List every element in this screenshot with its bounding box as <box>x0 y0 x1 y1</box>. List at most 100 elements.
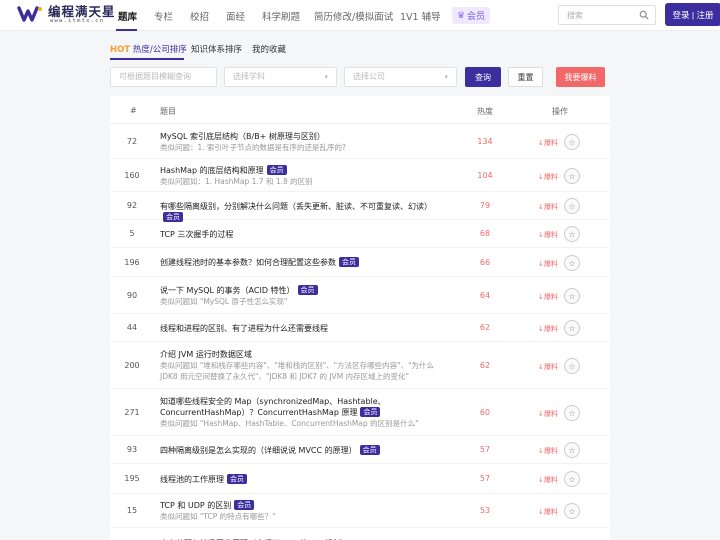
nav-item-tutoring[interactable]: 1V1 辅导 <box>400 9 441 23</box>
vip-badge: 会员 <box>227 474 247 484</box>
question-title[interactable]: 知道哪些线程安全的 Map（synchronizedMap、Hashtable、… <box>160 397 386 417</box>
star-icon[interactable]: ☆ <box>564 405 580 421</box>
star-icon[interactable]: ☆ <box>564 471 580 487</box>
table-row[interactable]: 44 线程和进程的区别、有了进程为什么还需要线程 62 ↓爆料 ☆ <box>110 314 610 342</box>
star-icon[interactable]: ☆ <box>564 288 580 304</box>
star-icon[interactable]: ☆ <box>564 358 580 374</box>
column-header-index: # <box>130 106 137 115</box>
report-link[interactable]: ↓爆料 <box>538 230 558 240</box>
table-header: # 题目 热度 操作 <box>110 96 610 124</box>
question-title[interactable]: 创建线程池时的基本参数？如何合理配置这些参数 <box>160 258 336 267</box>
report-link[interactable]: ↓爆料 <box>538 446 558 456</box>
table-row[interactable]: 15 TCP 和 UDP 的区别 会员 类似问题如 "TCP 的特点有哪些？" 53 ↓爆… <box>110 494 610 528</box>
nav-item-resume-mock[interactable]: 简历修改/模拟面试 <box>314 9 393 23</box>
vip-button[interactable]: ♛ 会员 <box>452 7 490 24</box>
table-row[interactable]: 200 介绍 JVM 运行时数据区域 类似问题如 "堆和栈存哪些内容"、"堆和栈的区… <box>110 342 610 389</box>
star-icon[interactable]: ☆ <box>564 255 580 271</box>
row-index: 15 <box>126 506 138 515</box>
table-row[interactable]: 90 说一下 MySQL 的事务（ACID 特性） 会员 类似问题如 "MySQL 原… <box>110 277 610 314</box>
table-row[interactable]: 72 MySQL 索引底层结构（B/B+ 树原理与区别） 类似问题：1. 索引叶子节… <box>110 124 610 159</box>
similar-questions: 类似问题如 "TCP 的特点有哪些？" <box>160 512 276 521</box>
search-icon[interactable] <box>639 10 649 20</box>
login-register-button[interactable]: 登录 | 注册 <box>665 3 720 26</box>
row-title-cell[interactable]: 介绍 JVM 运行时数据区域 类似问题如 "堆和栈存哪些内容"、"堆和栈的区别"、… <box>160 349 454 382</box>
tab-hot-company[interactable]: HOT 热度/公司排序 <box>110 43 187 55</box>
logo-mark-icon <box>16 5 44 25</box>
nav-item-column[interactable]: 专栏 <box>154 9 173 23</box>
tab-favorites[interactable]: 我的收藏 <box>252 43 286 55</box>
star-icon[interactable]: ☆ <box>564 198 580 214</box>
report-link[interactable]: ↓爆料 <box>538 172 558 182</box>
report-link[interactable]: ↓爆料 <box>538 475 558 485</box>
report-link[interactable]: ↓爆料 <box>538 362 558 372</box>
star-icon[interactable]: ☆ <box>564 503 580 519</box>
star-icon[interactable]: ☆ <box>564 168 580 184</box>
heat-value: 57 <box>479 445 491 454</box>
report-link[interactable]: ↓爆料 <box>538 202 558 212</box>
table-row[interactable]: 92 有哪些隔离级别，分别解决什么问题（丢失更新、脏读、不可重复读、幻读）会员 79… <box>110 192 610 222</box>
report-link[interactable]: ↓爆料 <box>538 292 558 302</box>
heat-value: 62 <box>479 323 491 332</box>
report-link[interactable]: ↓爆料 <box>538 409 558 419</box>
row-title-cell[interactable]: HashMap 的底层结构和原理 会员 类似问题如：1. HashMap 1.7 和… <box>160 165 454 187</box>
star-icon[interactable]: ☆ <box>564 442 580 458</box>
table-row[interactable]: 5 TCP 三次握手的过程 68 ↓爆料 ☆ <box>110 220 610 248</box>
question-title[interactable]: 有哪些隔离级别，分别解决什么问题（丢失更新、脏读、不可重复读、幻读） <box>160 202 432 211</box>
site-logo[interactable]: 编程满天星 www.itmtx.cn <box>16 5 116 27</box>
question-title[interactable]: 线程池的工作原理 <box>160 475 224 484</box>
question-title[interactable]: 线程和进程的区别、有了进程为什么还需要线程 <box>160 324 328 333</box>
keyword-input[interactable] <box>111 68 216 86</box>
vip-badge: 会员 <box>360 407 381 417</box>
subject-select[interactable]: 选择学科 ▾ <box>224 67 337 87</box>
tab-knowledge-system[interactable]: 知识体系排序 <box>191 43 242 55</box>
reset-button[interactable]: 重置 <box>508 67 543 87</box>
table-row[interactable]: 271 知道哪些线程安全的 Map（synchronizedMap、Hashtab… <box>110 389 610 436</box>
chevron-down-icon: ▾ <box>444 73 448 81</box>
row-title-cell[interactable]: 线程和进程的区别、有了进程为什么还需要线程 <box>160 323 454 334</box>
star-icon[interactable]: ☆ <box>564 134 580 150</box>
row-title-cell[interactable]: TCP 和 UDP 的区别 会员 类似问题如 "TCP 的特点有哪些？" <box>160 500 454 522</box>
row-title-cell[interactable]: TCP 三次握手的过程 <box>160 229 454 240</box>
question-title[interactable]: MySQL 索引底层结构（B/B+ 树原理与区别） <box>160 132 325 141</box>
row-title-cell[interactable]: 知道哪些线程安全的 Map（synchronizedMap、Hashtable、… <box>160 396 454 429</box>
query-button[interactable]: 查询 <box>465 67 501 87</box>
tab-hot-label: 热度/公司排序 <box>132 45 187 55</box>
vip-badge: 会员 <box>359 445 380 455</box>
table-row[interactable]: 内存分配与垃圾回收原理（介绍下 JVM 的 GC 机制） <box>110 528 610 540</box>
report-button[interactable]: 我要爆料 <box>556 67 605 87</box>
keyword-filter[interactable] <box>110 67 217 87</box>
question-title[interactable]: 四种隔离级别是怎么实现的（详细说说 MVCC 的原理） <box>160 446 357 455</box>
company-select[interactable]: 选择公司 ▾ <box>344 67 457 87</box>
row-title-cell[interactable]: 四种隔离级别是怎么实现的（详细说说 MVCC 的原理） 会员 <box>160 445 454 456</box>
question-title[interactable]: TCP 和 UDP 的区别 <box>160 501 231 510</box>
question-title[interactable]: 说一下 MySQL 的事务（ACID 特性） <box>160 286 295 295</box>
report-link[interactable]: ↓爆料 <box>538 259 558 269</box>
star-icon[interactable]: ☆ <box>564 226 580 242</box>
nav-item-campus[interactable]: 校招 <box>190 9 209 23</box>
row-title-cell[interactable]: 说一下 MySQL 的事务（ACID 特性） 会员 类似问题如 "MySQL 原子性… <box>160 285 454 307</box>
heat-value: 62 <box>479 361 491 370</box>
row-title-cell[interactable]: 创建线程池时的基本参数？如何合理配置这些参数 会员 <box>160 257 454 268</box>
similar-questions: 类似问题如 "HashMap、HashTable、ConcurrentHashM… <box>160 419 419 428</box>
report-link[interactable]: ↓爆料 <box>538 138 558 148</box>
row-title-cell[interactable]: MySQL 索引底层结构（B/B+ 树原理与区别） 类似问题：1. 索引叶子节点的… <box>160 131 454 153</box>
table-row[interactable]: 196 创建线程池时的基本参数？如何合理配置这些参数 会员 66 ↓爆料 ☆ <box>110 248 610 277</box>
table-row[interactable]: 160 HashMap 的底层结构和原理 会员 类似问题如：1. HashMap 1.… <box>110 159 610 192</box>
nav-item-question-bank[interactable]: 题库 <box>118 9 137 23</box>
report-link[interactable]: ↓爆料 <box>538 507 558 517</box>
nav-item-scientific-practice[interactable]: 科学刷题 <box>262 9 300 23</box>
search-box[interactable] <box>558 5 656 25</box>
nav-item-interview-exp[interactable]: 面经 <box>226 9 245 23</box>
question-title[interactable]: 介绍 JVM 运行时数据区域 <box>160 350 252 359</box>
question-title[interactable]: TCP 三次握手的过程 <box>160 230 233 239</box>
report-link[interactable]: ↓爆料 <box>538 324 558 334</box>
search-input[interactable] <box>559 6 637 24</box>
row-index: 5 <box>129 229 135 238</box>
table-row[interactable]: 93 四种隔离级别是怎么实现的（详细说说 MVCC 的原理） 会员 57 ↓爆料 ☆ <box>110 436 610 464</box>
row-title-cell[interactable]: 线程池的工作原理 会员 <box>160 474 454 485</box>
heat-value: 53 <box>479 506 491 515</box>
table-row[interactable]: 195 线程池的工作原理 会员 57 ↓爆料 ☆ <box>110 464 610 494</box>
question-title[interactable]: HashMap 的底层结构和原理 <box>160 166 264 175</box>
star-icon[interactable]: ☆ <box>564 320 580 336</box>
column-header-title: 题目 <box>160 107 176 116</box>
